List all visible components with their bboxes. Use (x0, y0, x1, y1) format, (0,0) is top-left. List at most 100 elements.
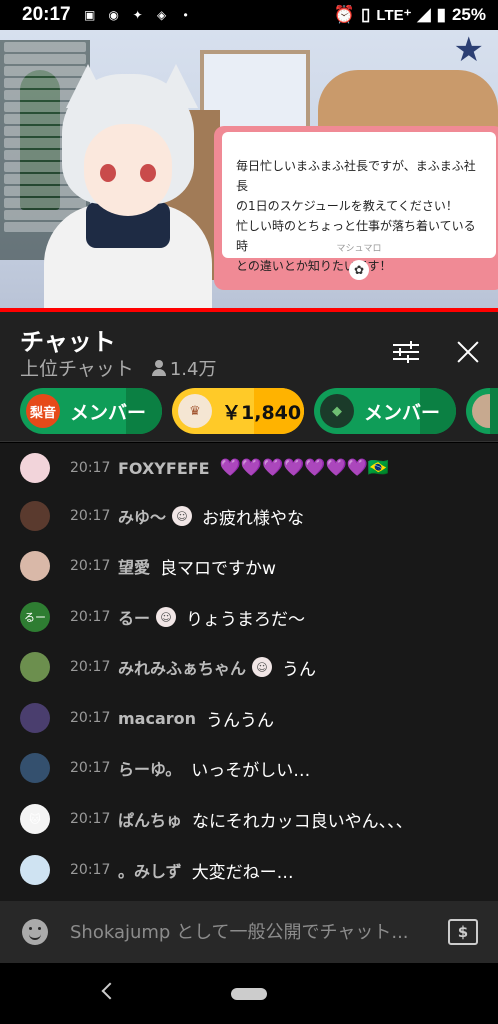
message-timestamp: 20:17 (70, 862, 111, 878)
super-chat-button[interactable]: $ (448, 919, 478, 945)
message-author[interactable]: らーゆ。 (118, 756, 181, 780)
message-author[interactable]: 。みしず (118, 858, 182, 882)
message-author[interactable]: みれみふぁちゃん (118, 655, 246, 679)
message-text: うん (282, 659, 317, 680)
member-emoji-icon: ☺ (156, 607, 177, 627)
avatar[interactable] (20, 652, 50, 682)
home-button[interactable] (231, 988, 267, 1000)
star-icon: ★ (453, 30, 484, 70)
avatar[interactable] (20, 855, 50, 885)
emoji-picker-icon[interactable] (22, 919, 48, 945)
chat-header: チャット 上位チャット 1.4万 (0, 312, 498, 384)
marshmallow-line: の1日のスケジュールを教えてください！ (236, 199, 458, 213)
message-timestamp: 20:17 (70, 508, 111, 524)
chat-message[interactable]: 20:17 らーゆ。 いっそがしい… (0, 743, 498, 793)
alarm-icon: ⏰ (333, 5, 356, 24)
vtuber-avatar (44, 64, 212, 310)
signal-icon: ◢ (417, 5, 431, 24)
chat-filter-button[interactable] (386, 332, 426, 372)
message-author[interactable]: ぱんちゅ (118, 807, 182, 831)
tune-icon (393, 341, 419, 363)
person-icon (151, 359, 166, 376)
avatar[interactable]: 🐱 (20, 804, 50, 834)
message-timestamp: 20:17 (70, 760, 111, 776)
chat-message[interactable]: 20:17 望愛 良マロですかw (0, 541, 498, 591)
message-timestamp: 20:17 (70, 811, 111, 827)
battery-percent: 25% (451, 5, 486, 24)
close-icon (456, 340, 480, 364)
back-icon[interactable] (101, 982, 119, 1000)
avatar[interactable] (20, 501, 50, 531)
message-timestamp: 20:17 (70, 558, 111, 574)
chat-title: チャット (20, 328, 116, 356)
marshmallow-question-card: 毎日忙しいまふまふ社長ですが、まふまふ社長 の1日のスケジュールを教えてください… (214, 126, 498, 290)
message-author[interactable]: みゆ〜 (118, 504, 166, 528)
system-nav-bar (0, 963, 498, 1024)
message-text: 💜💜💜💜💜💜💜🇧🇷 (219, 458, 389, 478)
app-notification-icon: ◈ (156, 8, 167, 22)
status-bar: 20:17 ▣ ◉ ✦ ◈ • ⏰ ▯ LTE⁺ ◢ ▮ 25% (0, 0, 498, 30)
chat-message[interactable]: 20:17 macaron うんうん (0, 693, 498, 743)
avatar[interactable] (20, 753, 50, 783)
message-text: 大変だねー… (191, 862, 294, 883)
message-text: うんうん (206, 710, 275, 731)
member-emoji-icon: ☺ (172, 506, 193, 526)
line-app-icon: ◉ (108, 8, 119, 22)
chat-mode-selector[interactable]: 上位チャット 1.4万 (20, 354, 216, 381)
vibrate-icon: ▯ (361, 5, 371, 24)
chat-message[interactable]: 20:17 。みしず 大変だねー… (0, 845, 498, 895)
ticker-item-member-3[interactable] (466, 388, 498, 434)
member-emoji-icon: ☺ (252, 657, 273, 677)
message-author[interactable]: FOXYFEFE (118, 459, 210, 478)
avatar[interactable]: るー (20, 602, 50, 632)
chat-message[interactable]: 20:17 みゆ〜 ☺ お疲れ様やな (0, 491, 498, 541)
marshmallow-logo-icon: ✿ (349, 260, 369, 280)
message-timestamp: 20:17 (70, 609, 111, 625)
message-timestamp: 20:17 (70, 710, 111, 726)
chat-message[interactable]: 🐱 20:17 ぱんちゅ なにそれカッコ良いやん、、、 (0, 794, 498, 844)
chat-input-bar: $ (0, 901, 498, 963)
network-type: LTE⁺ (376, 7, 412, 24)
chat-message[interactable]: るー 20:17 るー ☺ りょうまろだ〜 (0, 592, 498, 642)
avatar[interactable] (20, 453, 50, 483)
message-text: いっそがしい… (191, 760, 311, 781)
chat-message-list[interactable]: 20:17 FOXYFEFE 💜💜💜💜💜💜💜🇧🇷 20:17 みゆ〜 ☺ お疲れ… (0, 443, 498, 901)
ticker-avatar: 梨音 (26, 394, 60, 428)
message-author[interactable]: 望愛 (118, 554, 150, 578)
message-text: りょうまろだ〜 (186, 609, 306, 630)
ticker-avatar: ◆ (320, 394, 354, 428)
twitter-icon: ✦ (132, 8, 143, 22)
superchat-ticker: 梨音 メンバー ♛ ￥1,840 ◆ メンバー (0, 384, 498, 442)
chat-close-button[interactable] (448, 332, 488, 372)
battery-icon: ▮ (436, 5, 446, 24)
ticker-item-member-2[interactable]: ◆ メンバー (314, 388, 456, 434)
ticker-label: メンバー (364, 401, 441, 424)
message-author[interactable]: るー (118, 605, 150, 629)
message-author[interactable]: macaron (118, 709, 196, 728)
dot-icon: • (183, 8, 188, 22)
ticker-label: メンバー (70, 401, 147, 424)
gallery-icon: ▣ (83, 8, 96, 22)
message-timestamp: 20:17 (70, 659, 111, 675)
status-time: 20:17 (22, 4, 71, 25)
avatar[interactable] (20, 703, 50, 733)
chat-input[interactable] (70, 917, 440, 947)
message-text: お疲れ様やな (202, 508, 305, 529)
chat-message[interactable]: 20:17 みれみふぁちゃん ☺ うん (0, 642, 498, 692)
chat-message[interactable]: 20:17 FOXYFEFE 💜💜💜💜💜💜💜🇧🇷 (0, 443, 498, 493)
ticker-avatar: ♛ (178, 394, 212, 428)
ticker-item-member-1[interactable]: 梨音 メンバー (20, 388, 162, 434)
message-text: 良マロですかw (160, 558, 276, 579)
video-player[interactable]: ★ 毎日忙しいまふまふ社長ですが、まふまふ社長 の1日のスケジュールを教えてくだ… (0, 30, 498, 310)
message-timestamp: 20:17 (70, 460, 111, 476)
viewer-count-value: 1.4万 (169, 358, 217, 380)
ticker-item-superchat[interactable]: ♛ ￥1,840 (172, 388, 304, 434)
ticker-avatar (472, 394, 498, 428)
viewer-count: 1.4万 (151, 355, 217, 381)
marshmallow-signature: マシュマロ (336, 244, 382, 254)
marshmallow-question: 毎日忙しいまふまふ社長ですが、まふまふ社長 の1日のスケジュールを教えてください… (222, 132, 496, 273)
ticker-label: ￥1,840 (222, 401, 302, 424)
avatar[interactable] (20, 551, 50, 581)
marshmallow-line: 毎日忙しいまふまふ社長ですが、まふまふ社長 (236, 159, 476, 193)
chat-mode-label: 上位チャット (20, 358, 134, 380)
